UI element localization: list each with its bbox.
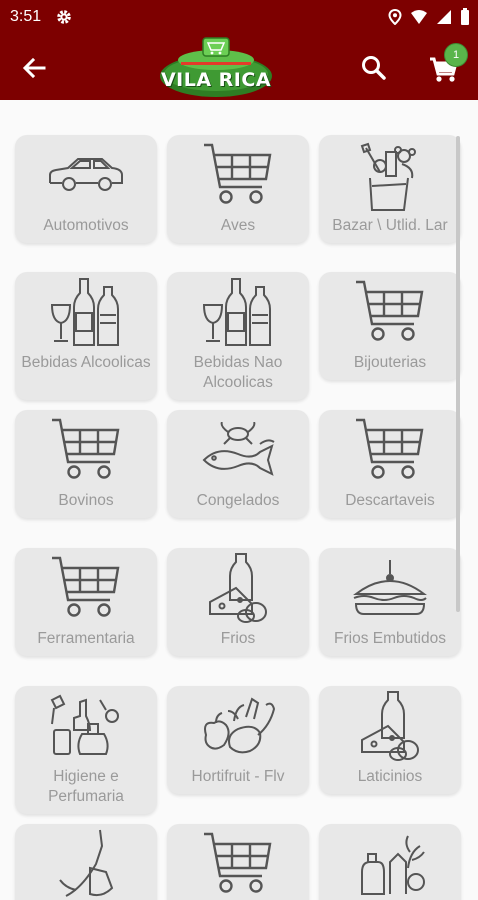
signal-icon [437, 9, 451, 24]
category-card[interactable] [15, 824, 157, 900]
back-arrow-icon[interactable] [18, 52, 50, 84]
dairy-icon [319, 686, 461, 766]
category-label: Descartaveis [345, 492, 435, 509]
logo-text: VILA RICA [160, 69, 272, 91]
status-icons [388, 8, 470, 25]
store-logo: VILA RICA [157, 34, 275, 100]
category-card[interactable] [167, 824, 309, 900]
bazaar-icon [319, 135, 461, 215]
cart-icon [319, 272, 461, 352]
category-card[interactable]: Aves [167, 135, 309, 243]
category-card[interactable]: Automotivos [15, 135, 157, 243]
category-card[interactable]: Frios [167, 548, 309, 656]
bottles-icon [167, 272, 309, 352]
category-card[interactable]: Congelados [167, 410, 309, 518]
screen: 3:51 VILA RICA 1 Automotivos Aves Bazar … [0, 0, 478, 900]
category-label: Bazar \ Utlid. Lar [332, 217, 448, 234]
category-card[interactable]: Bebidas Alcoolicas [15, 272, 157, 400]
settings-gear-icon [57, 10, 71, 24]
cleaning-icon [15, 824, 157, 900]
category-label: Higiene e Perfumaria [48, 768, 124, 805]
cart-icon [167, 135, 309, 215]
category-card[interactable] [319, 824, 461, 900]
category-card[interactable]: Laticinios [319, 686, 461, 794]
category-label: Ferramentaria [37, 630, 135, 647]
category-card[interactable]: Bazar \ Utlid. Lar [319, 135, 461, 243]
category-card[interactable]: Descartaveis [319, 410, 461, 518]
search-icon[interactable] [358, 52, 390, 84]
dairy-icon [167, 548, 309, 628]
category-card[interactable]: Hortifruit - Flv [167, 686, 309, 794]
status-bar: 3:51 [0, 0, 478, 34]
cart-icon [319, 410, 461, 490]
category-card[interactable]: Bovinos [15, 410, 157, 518]
category-card[interactable]: Higiene e Perfumaria [15, 686, 157, 814]
car-icon [15, 135, 157, 215]
category-label: Congelados [196, 492, 280, 509]
category-card[interactable]: Frios Embutidos [319, 548, 461, 656]
toiletries-icon [15, 686, 157, 766]
cart-icon [15, 410, 157, 490]
category-grid: Automotivos Aves Bazar \ Utlid. Lar Bebi… [0, 100, 478, 900]
location-icon [388, 8, 402, 25]
category-label: Hortifruit - Flv [191, 768, 285, 785]
category-label: Frios Embutidos [334, 630, 446, 647]
category-card[interactable]: Bebidas Nao Alcoolicas [167, 272, 309, 400]
category-label: Laticinios [357, 768, 423, 785]
category-label: Automotivos [43, 217, 129, 234]
category-label: Bijouterias [353, 354, 427, 371]
category-label: Bebidas Alcoolicas [21, 354, 151, 371]
app-bar: VILA RICA 1 [0, 34, 478, 100]
vegetables-icon [167, 686, 309, 766]
category-label: Frios [220, 630, 256, 647]
cart-count-badge: 1 [444, 43, 468, 67]
battery-icon [461, 8, 469, 25]
cart-icon [167, 824, 309, 900]
scrollbar[interactable] [456, 136, 460, 612]
category-label: Bovinos [58, 492, 114, 509]
wifi-icon [411, 9, 427, 24]
grocery-icon [319, 824, 461, 900]
category-card[interactable]: Ferramentaria [15, 548, 157, 656]
category-label: Aves [220, 217, 256, 234]
cart-icon [15, 548, 157, 628]
category-card[interactable]: Bijouterias [319, 272, 461, 380]
seafood-icon [167, 410, 309, 490]
bottles-icon [15, 272, 157, 352]
sandwich-icon [319, 548, 461, 628]
status-time: 3:51 [10, 8, 42, 25]
category-label: Bebidas Nao Alcoolicas [193, 354, 283, 391]
